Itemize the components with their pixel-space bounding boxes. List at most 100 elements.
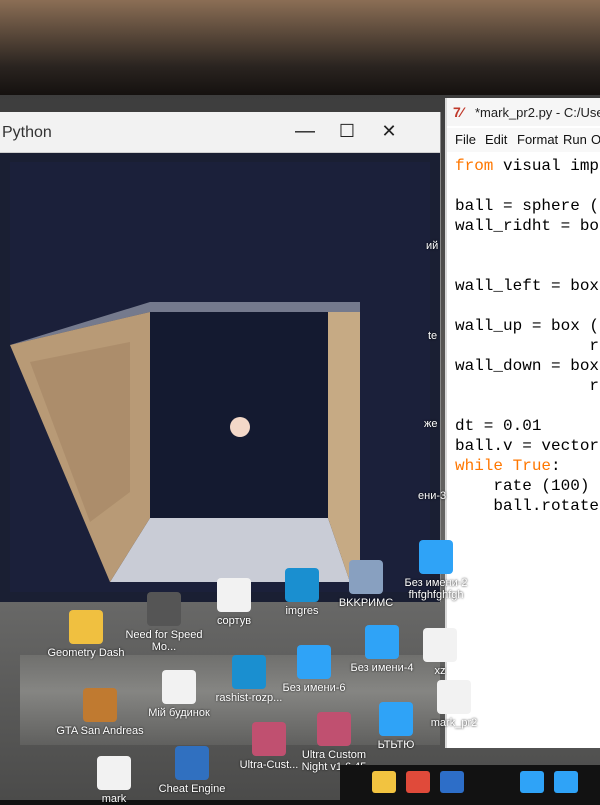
code-text: wall_down = box bbox=[455, 357, 600, 375]
desktop-icon-label: GTA San Andreas bbox=[56, 725, 144, 737]
desktop-icon[interactable]: GTA San Andreas bbox=[56, 688, 144, 737]
partial-icon-label: ени-3 bbox=[418, 490, 447, 502]
desktop-icon[interactable]: mark bbox=[70, 756, 158, 805]
nfs-icon bbox=[147, 592, 181, 626]
partial-icon-label: же bbox=[424, 418, 438, 430]
code-line: wall_down = box bbox=[455, 356, 599, 376]
python-file-icon bbox=[162, 670, 196, 704]
photoshop-icon[interactable] bbox=[554, 771, 578, 793]
code-line: dt = 0.01 bbox=[455, 416, 599, 436]
code-text: rate (100) bbox=[455, 477, 590, 495]
idle-titlebar[interactable]: 7⁄ *mark_pr2.py - C:/Users/Пі bbox=[447, 98, 600, 126]
chrome-icon[interactable] bbox=[406, 771, 430, 793]
code-text: r bbox=[455, 377, 600, 395]
tk-feather-icon: 7⁄ bbox=[453, 104, 464, 120]
code-text: : bbox=[551, 457, 561, 475]
monitor-bezel bbox=[0, 0, 600, 95]
code-line: r bbox=[455, 336, 599, 356]
desktop-icon-label: Geometry Dash bbox=[47, 647, 125, 659]
idle-title-text: *mark_pr2.py - C:/Users/Пі bbox=[475, 105, 600, 120]
game-icon bbox=[317, 712, 351, 746]
python-file-icon bbox=[437, 680, 471, 714]
maximize-button[interactable]: ☐ bbox=[330, 116, 364, 146]
file-explorer-icon[interactable] bbox=[372, 771, 396, 793]
code-line: ball.rotate bbox=[455, 496, 599, 516]
window-title: Python bbox=[2, 124, 52, 141]
menu-edit[interactable]: Edit bbox=[485, 132, 507, 147]
code-text: wall_ridht = bo bbox=[455, 217, 600, 235]
code-line bbox=[455, 236, 599, 256]
code-line: wall_ridht = bo bbox=[455, 216, 599, 236]
code-text: dt = 0.01 bbox=[455, 417, 542, 435]
code-keyword: from bbox=[455, 157, 494, 175]
code-line bbox=[455, 176, 599, 196]
code-line: from visual imp bbox=[455, 156, 599, 176]
desktop-icon-label: xz bbox=[434, 665, 446, 677]
code-text: wall_up = box ( bbox=[455, 317, 600, 335]
photoshop-file-icon bbox=[379, 702, 413, 736]
menu-options[interactable]: O bbox=[591, 132, 600, 147]
photoshop-file-icon bbox=[297, 645, 331, 679]
vpython-window: Python — ☐ ✕ bbox=[0, 112, 441, 602]
code-line bbox=[455, 396, 599, 416]
3d-scene[interactable] bbox=[10, 162, 430, 592]
code-text: wall_left = box bbox=[455, 277, 600, 295]
gta-icon bbox=[83, 688, 117, 722]
geometry-dash-icon bbox=[69, 610, 103, 644]
desktop-icon[interactable]: Без имени-2 fhfghfghfgh bbox=[392, 540, 480, 601]
desktop-icon-label: mark_pr2 bbox=[430, 717, 478, 729]
cheat-engine-icon bbox=[175, 746, 209, 780]
game-icon bbox=[252, 722, 286, 756]
code-line bbox=[455, 256, 599, 276]
code-text: r bbox=[455, 337, 600, 355]
edge-icon bbox=[232, 655, 266, 689]
edge-icon bbox=[285, 568, 319, 602]
desktop-icon-label: Need for Speed Mo... bbox=[125, 629, 203, 653]
desktop-icon-label: Cheat Engine bbox=[158, 783, 226, 795]
python-file-icon bbox=[423, 628, 457, 662]
menu-file[interactable]: File bbox=[455, 132, 476, 147]
menu-format[interactable]: Format bbox=[517, 132, 558, 147]
edge-icon[interactable] bbox=[440, 771, 464, 793]
desktop-icon-label: Мій будинок bbox=[148, 707, 210, 719]
ball-sphere bbox=[230, 417, 250, 437]
box-scene-svg bbox=[10, 162, 430, 592]
python-file-icon bbox=[217, 578, 251, 612]
image-icon bbox=[349, 560, 383, 594]
code-line: r bbox=[455, 376, 599, 396]
desktop-icon[interactable]: xz bbox=[396, 628, 484, 677]
desktop-icon[interactable]: mark_pr2 bbox=[410, 680, 498, 729]
partial-icon-label: te bbox=[428, 330, 438, 342]
code-keyword: while True bbox=[455, 457, 552, 475]
code-line: ball = sphere ( bbox=[455, 196, 599, 216]
code-text: ball = sphere ( bbox=[455, 197, 600, 215]
code-line: wall_up = box ( bbox=[455, 316, 599, 336]
minimize-button[interactable]: — bbox=[288, 116, 322, 146]
code-text: ball.v = vector bbox=[455, 437, 600, 455]
code-editor[interactable]: from visual imp ball = sphere ( wall_ridh… bbox=[455, 156, 599, 516]
code-line: ball.v = vector bbox=[455, 436, 599, 456]
close-button[interactable]: ✕ bbox=[372, 116, 406, 146]
desktop-icon-label: ЬТЬТЮ bbox=[377, 739, 415, 751]
taskbar bbox=[340, 765, 600, 800]
photoshop-file-icon bbox=[419, 540, 453, 574]
code-text: visual imp bbox=[493, 157, 600, 175]
code-line: rate (100) bbox=[455, 476, 599, 496]
desktop-icon-label: Без имени-6 bbox=[282, 682, 346, 694]
desktop-icon[interactable]: Geometry Dash bbox=[42, 610, 130, 659]
photoshop-file-icon bbox=[365, 625, 399, 659]
menu-run[interactable]: Run bbox=[563, 132, 587, 147]
desktop-icon[interactable]: Cheat Engine bbox=[148, 746, 236, 795]
python-file-icon bbox=[97, 756, 131, 790]
code-text: ball.rotate bbox=[455, 497, 600, 515]
desktop-icon-label: mark bbox=[101, 793, 127, 805]
code-line: wall_left = box bbox=[455, 276, 599, 296]
partial-icon-label: ий bbox=[426, 240, 439, 252]
photoshop-icon[interactable] bbox=[520, 771, 544, 793]
desktop-icon-label: Без имени-2 fhfghfghfgh bbox=[404, 577, 468, 601]
vpython-titlebar[interactable]: Python — ☐ ✕ bbox=[0, 112, 440, 153]
code-line: while True: bbox=[455, 456, 599, 476]
